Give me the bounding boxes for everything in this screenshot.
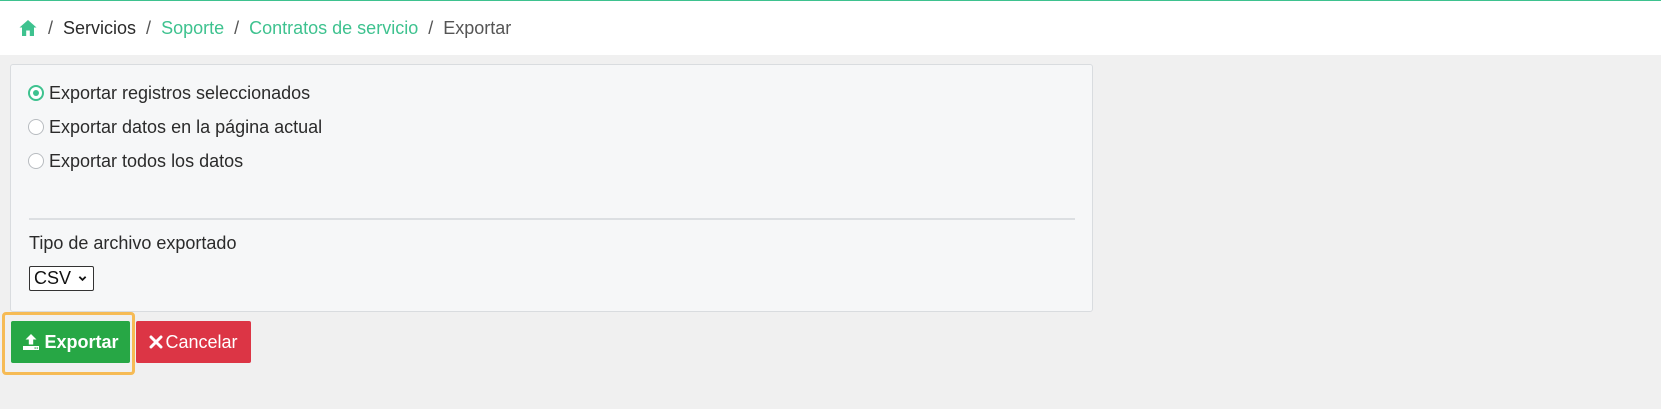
cancel-button[interactable]: Cancelar (136, 321, 251, 363)
option-label: Exportar todos los datos (49, 150, 244, 171)
file-type-value: CSV (34, 268, 72, 288)
breadcrumb-separator: / (428, 17, 434, 38)
divider (29, 218, 1075, 220)
file-type-label: Tipo de archivo exportado (29, 233, 237, 253)
breadcrumb-item-servicios: Servicios (63, 17, 137, 38)
radio-all-data[interactable] (28, 153, 44, 169)
home-icon[interactable] (18, 18, 38, 38)
close-icon (149, 335, 163, 349)
export-button[interactable]: Exportar (11, 321, 130, 363)
upload-icon (22, 333, 40, 351)
option-label: Exportar registros seleccionados (49, 82, 311, 103)
breadcrumb: / Servicios / Soporte / Contratos de ser… (0, 1, 1661, 55)
option-all-data[interactable]: Exportar todos los datos (28, 148, 243, 174)
radio-selected-records[interactable] (28, 85, 44, 101)
breadcrumb-separator: / (48, 17, 54, 38)
export-options-panel: Exportar registros seleccionados Exporta… (10, 64, 1093, 312)
breadcrumb-item-current: Exportar (443, 17, 512, 38)
option-selected-records[interactable]: Exportar registros seleccionados (28, 80, 310, 106)
breadcrumb-item-contratos[interactable]: Contratos de servicio (249, 18, 418, 39)
chevron-down-icon (78, 276, 87, 282)
option-current-page[interactable]: Exportar datos en la página actual (28, 114, 322, 140)
option-label: Exportar datos en la página actual (49, 116, 323, 137)
radio-current-page[interactable] (28, 119, 44, 135)
export-button-label: Exportar (44, 331, 119, 352)
breadcrumb-separator: / (146, 17, 152, 38)
breadcrumb-separator: / (234, 17, 240, 38)
breadcrumb-item-soporte[interactable]: Soporte (161, 18, 224, 39)
cancel-button-label: Cancelar (165, 331, 238, 352)
file-type-select[interactable]: CSV (29, 266, 94, 291)
